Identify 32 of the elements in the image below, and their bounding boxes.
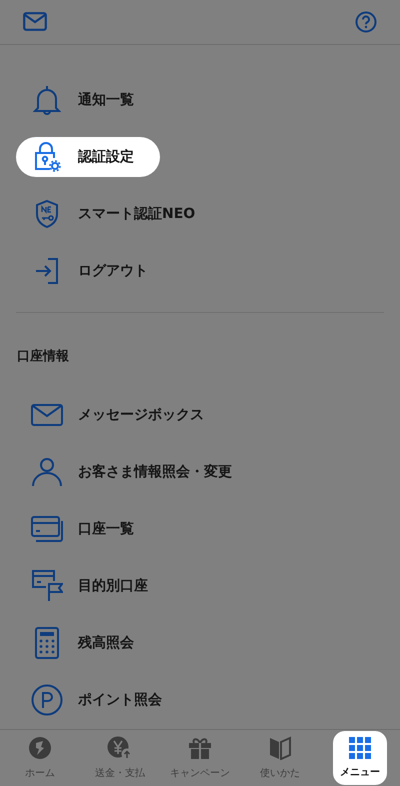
menu-item[interactable]: メッセージボックス [16,395,230,436]
tab[interactable]: 使いかた [253,730,307,785]
menu-item[interactable]: 残高照会 [16,623,160,664]
menu-item[interactable]: 口座一覧 [16,509,160,550]
tab[interactable]: メニュー [333,730,387,785]
envelope-icon [31,404,63,426]
calculator-icon [35,627,59,660]
card-flag-icon [31,570,63,602]
menu-item[interactable]: 通知一覧 [16,80,160,120]
sign-in-icon [34,257,60,286]
menu-item[interactable]: ポイント照会 [16,680,188,720]
menu-item[interactable]: 認証設定 [16,137,160,178]
tab[interactable]: キャンペーン [173,730,227,785]
book-icon [269,736,291,760]
menu-item[interactable]: スマート認証NEO [16,194,222,234]
tab[interactable]: 送金・支払 [93,730,147,785]
grid-menu-icon [349,736,371,759]
section-heading: 口座情報 [17,348,69,365]
lock-gear-icon [33,142,61,172]
yen-coin-icon [107,736,133,760]
cards-icon [31,516,63,542]
gift-icon [188,736,212,760]
menu-item[interactable]: お客さま情報照会・変更 [16,452,258,492]
help-icon[interactable] [355,10,377,33]
bell-icon [33,84,61,116]
menu-item[interactable]: ログアウト [16,251,174,292]
tab[interactable]: ホーム [13,730,67,785]
points-icon [31,684,63,716]
menu-item[interactable]: 目的別口座 [16,566,174,606]
person-icon [31,457,63,488]
mail-icon[interactable] [23,12,47,32]
shield-key-icon [34,199,60,230]
